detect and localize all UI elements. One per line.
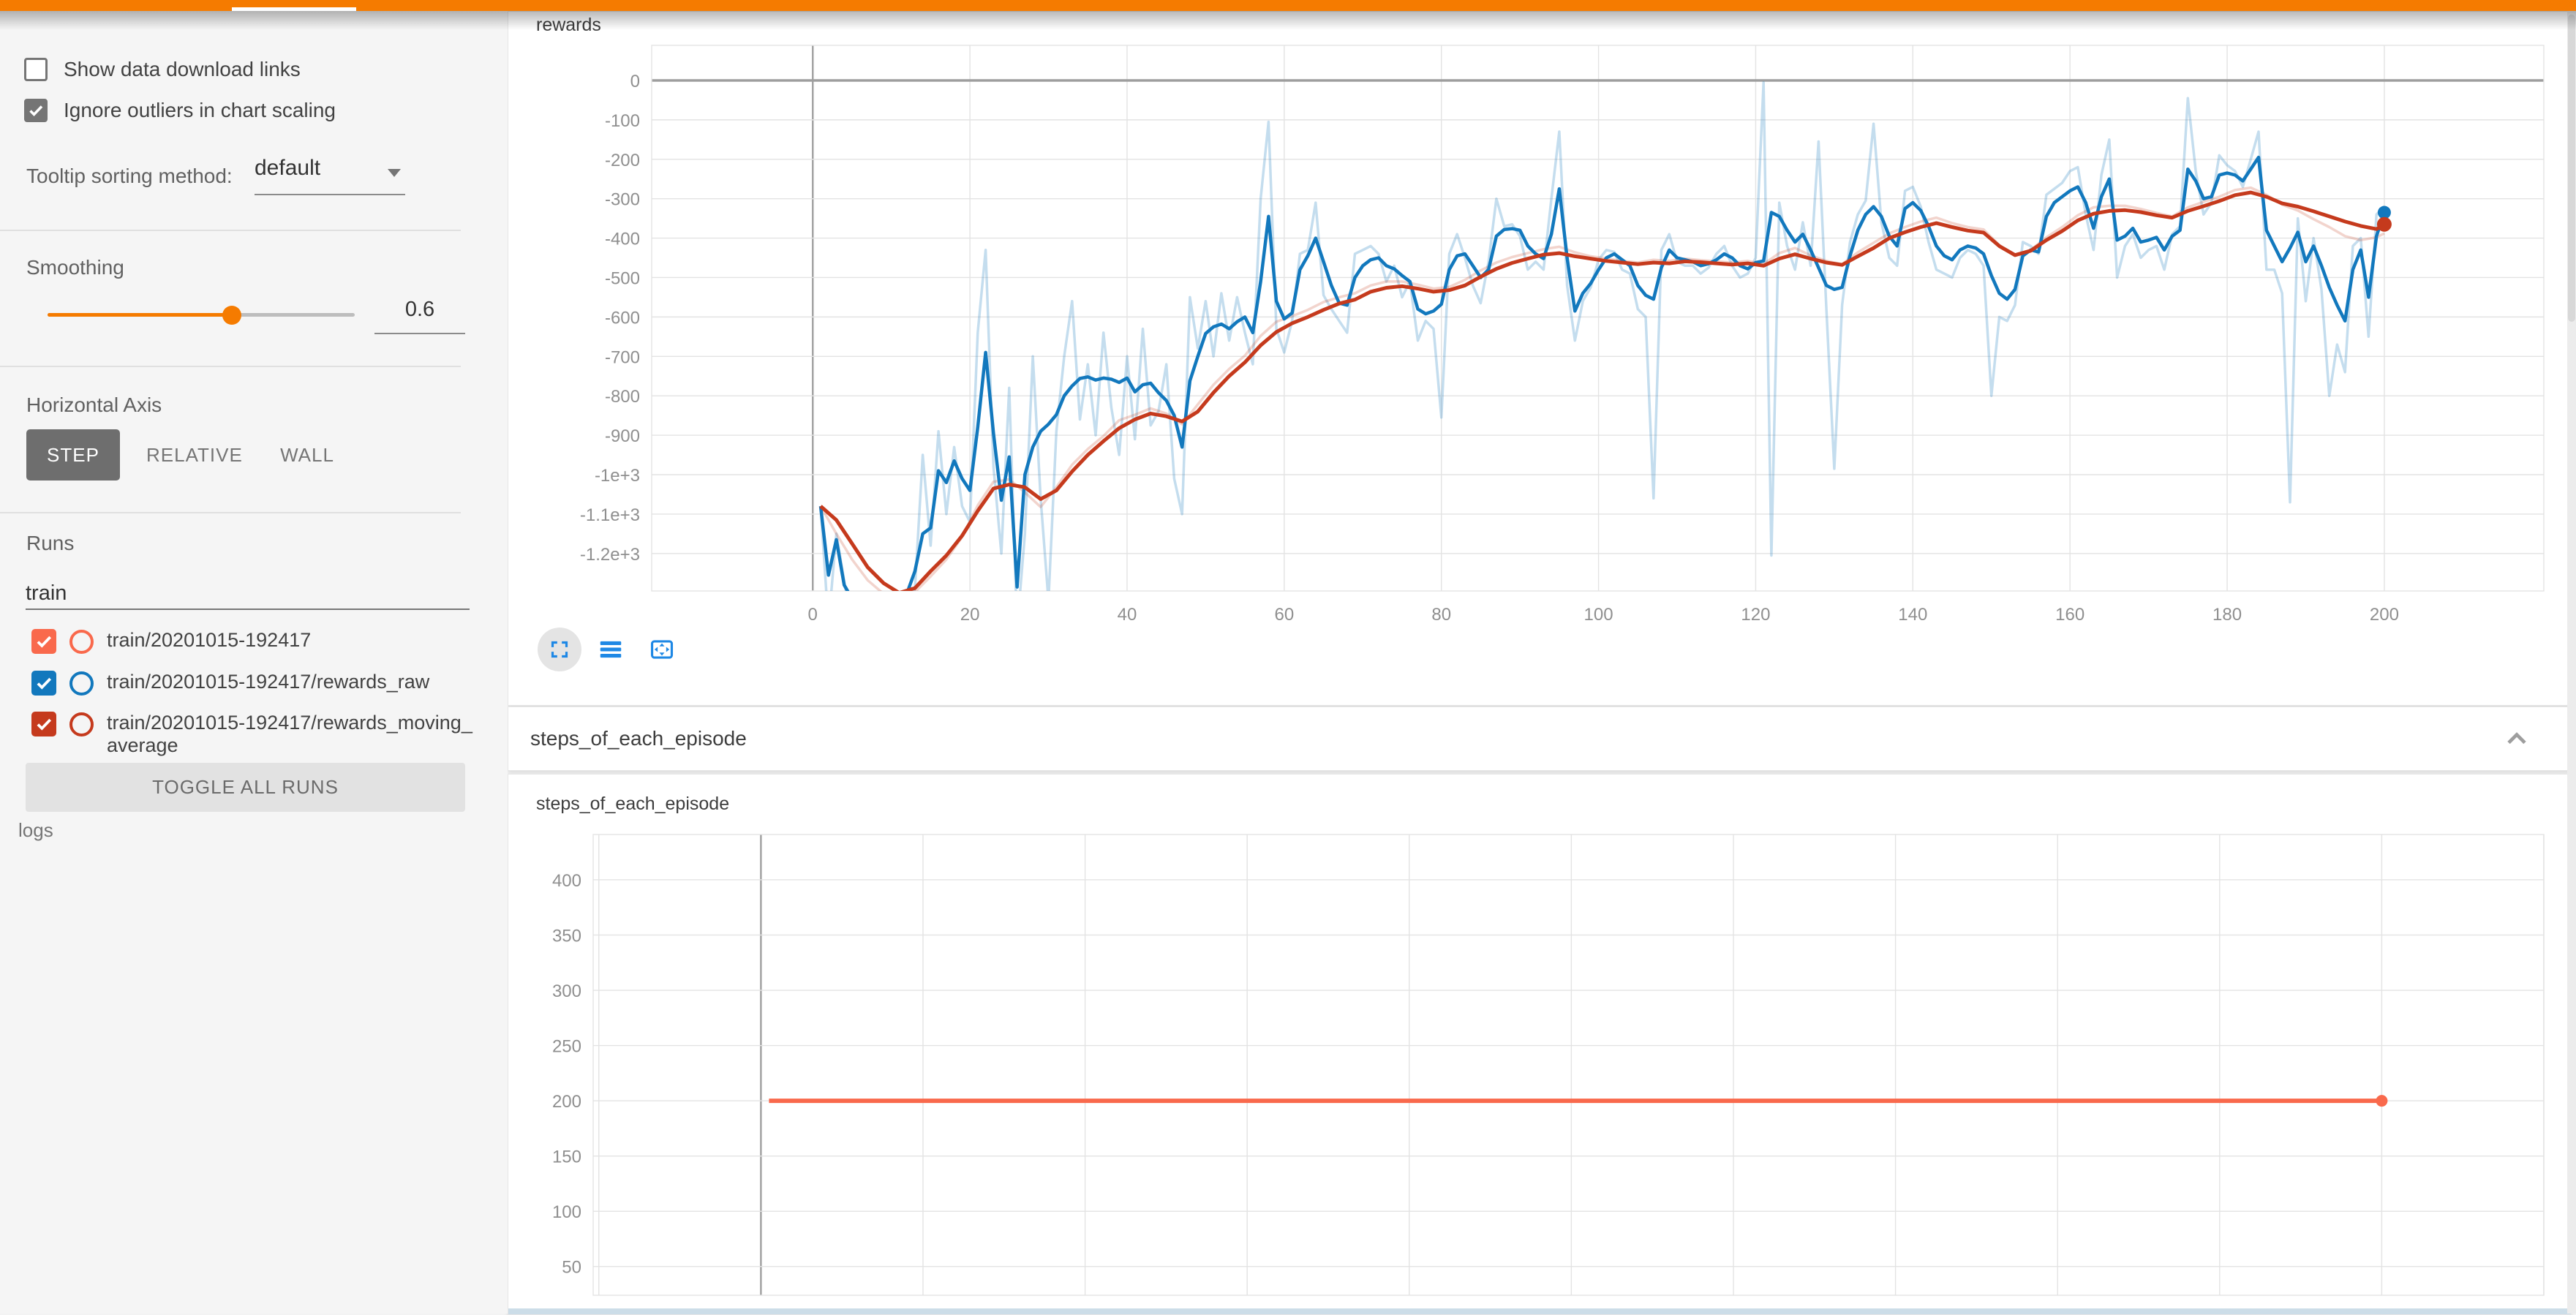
- svg-text:120: 120: [1741, 605, 1770, 625]
- run-color-ring: [69, 671, 94, 696]
- run-name: train/20201015-192417: [107, 629, 311, 652]
- divider: [0, 230, 461, 231]
- data-list-button[interactable]: [589, 628, 633, 671]
- run-name: train/20201015-192417/rewards_raw: [107, 671, 429, 693]
- check-icon: [34, 674, 53, 693]
- check-icon: [27, 102, 45, 119]
- expand-icon: [546, 636, 573, 663]
- run-filter-input[interactable]: train: [26, 578, 470, 610]
- run-row[interactable]: train/20201015-192417/rewards_moving_ave…: [31, 712, 472, 757]
- svg-text:-300: -300: [605, 190, 640, 210]
- svg-text:-900: -900: [605, 426, 640, 446]
- section-title: steps_of_each_episode: [530, 727, 747, 750]
- fit-domain-icon: [648, 636, 676, 663]
- checkbox-label: Ignore outliers in chart scaling: [64, 99, 336, 122]
- tooltip-sorting-dropdown[interactable]: default: [255, 156, 405, 195]
- svg-text:-1.1e+3: -1.1e+3: [580, 505, 640, 525]
- svg-text:-200: -200: [605, 151, 640, 170]
- run-checkbox[interactable]: [31, 629, 56, 654]
- svg-text:0: 0: [808, 605, 818, 625]
- runs-label: Runs: [26, 532, 74, 555]
- svg-text:-600: -600: [605, 308, 640, 328]
- ignore-outliers-row[interactable]: Ignore outliers in chart scaling: [24, 99, 336, 122]
- active-tab-indicator: [232, 7, 356, 11]
- toggle-all-runs-button[interactable]: TOGGLE ALL RUNS: [26, 763, 465, 812]
- smoothing-label: Smoothing: [26, 256, 124, 279]
- slider-thumb[interactable]: [222, 306, 241, 325]
- divider: [0, 512, 461, 513]
- data-list-icon: [597, 636, 625, 663]
- dropdown-value: default: [255, 156, 320, 180]
- svg-text:200: 200: [552, 1092, 581, 1112]
- svg-text:160: 160: [2055, 605, 2084, 625]
- horizontal-axis-label: Horizontal Axis: [26, 393, 162, 417]
- svg-text:-1e+3: -1e+3: [595, 466, 640, 486]
- svg-text:-700: -700: [605, 347, 640, 367]
- steps-chart[interactable]: 400 350 300 250 200 150 100 50: [508, 775, 2571, 1314]
- checkbox-label: Show data download links: [64, 58, 301, 81]
- ignore-outliers-checkbox[interactable]: [24, 99, 48, 122]
- smoothing-value: 0.6: [405, 298, 434, 321]
- svg-text:40: 40: [1118, 605, 1137, 625]
- svg-text:400: 400: [552, 871, 581, 891]
- expand-card-button[interactable]: [538, 628, 581, 671]
- svg-text:50: 50: [562, 1258, 581, 1278]
- logs-label: logs: [18, 819, 53, 842]
- svg-text:-500: -500: [605, 268, 640, 288]
- divider: [0, 366, 461, 367]
- scrollbar-thumb[interactable]: [2568, 15, 2575, 322]
- rewards-chart[interactable]: 0 -100 -200 -300 -400 -500 -600 -700 -800 -900 -1e…: [508, 12, 2571, 626]
- axis-button-wall[interactable]: WALL: [272, 429, 342, 481]
- svg-text:60: 60: [1274, 605, 1294, 625]
- svg-text:300: 300: [552, 981, 581, 1001]
- svg-text:-800: -800: [605, 387, 640, 407]
- run-color-ring: [69, 630, 94, 654]
- collapse-section-button[interactable]: [2498, 720, 2536, 758]
- svg-text:0: 0: [630, 72, 640, 91]
- svg-text:-100: -100: [605, 111, 640, 131]
- slider-fill: [48, 313, 232, 317]
- show-download-links-row[interactable]: Show data download links: [24, 58, 301, 81]
- chevron-up-icon: [2501, 723, 2533, 755]
- svg-text:150: 150: [552, 1148, 581, 1167]
- tooltip-sorting-label: Tooltip sorting method:: [26, 165, 233, 188]
- run-checkbox[interactable]: [31, 671, 56, 696]
- chart-toolbar: [538, 628, 684, 671]
- svg-text:140: 140: [1898, 605, 1927, 625]
- run-checkbox[interactable]: [31, 712, 56, 736]
- app-header-bar: [0, 0, 2576, 11]
- steps-section-header[interactable]: steps_of_each_episode: [508, 707, 2572, 771]
- run-color-ring: [69, 712, 94, 736]
- svg-text:-1.2e+3: -1.2e+3: [580, 545, 640, 565]
- axis-button-relative[interactable]: RELATIVE: [146, 429, 234, 481]
- check-icon: [34, 715, 53, 734]
- svg-text:180: 180: [2212, 605, 2242, 625]
- chevron-down-icon: [388, 169, 401, 177]
- svg-text:100: 100: [1584, 605, 1613, 625]
- settings-sidebar: Show data download links Ignore outliers…: [0, 11, 508, 1314]
- run-filter-value: train: [26, 581, 67, 605]
- run-row[interactable]: train/20201015-192417/rewards_raw: [31, 671, 429, 696]
- svg-text:80: 80: [1431, 605, 1451, 625]
- check-icon: [34, 632, 53, 651]
- show-download-links-checkbox[interactable]: [24, 58, 48, 81]
- steps-chart-card: steps_of_each_episode 400350300250200150…: [508, 774, 2572, 1315]
- axis-button-step[interactable]: STEP: [26, 429, 120, 481]
- svg-text:100: 100: [552, 1202, 581, 1222]
- page-scrollbar[interactable]: [2567, 11, 2576, 1314]
- run-name: train/20201015-192417/rewards_moving_ave…: [107, 712, 472, 757]
- svg-text:200: 200: [2370, 605, 2399, 625]
- smoothing-value-field[interactable]: 0.6: [374, 298, 465, 334]
- rewards-chart-card: rewards 0-100-200-300-400-500-600-700-80…: [508, 11, 2572, 706]
- svg-text:20: 20: [960, 605, 980, 625]
- svg-text:250: 250: [552, 1037, 581, 1057]
- svg-text:-400: -400: [605, 230, 640, 249]
- fit-domain-button[interactable]: [640, 628, 684, 671]
- run-row[interactable]: train/20201015-192417: [31, 629, 311, 654]
- svg-text:350: 350: [552, 926, 581, 946]
